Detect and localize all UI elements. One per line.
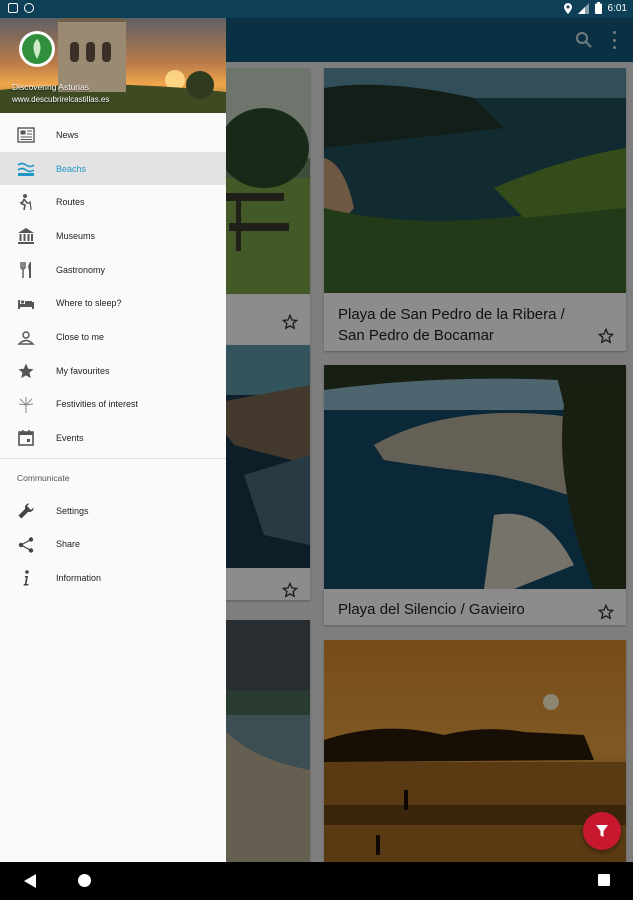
news-icon — [17, 127, 35, 143]
signal-icon — [577, 2, 589, 14]
status-bar: 6:01 — [0, 0, 633, 18]
fireworks-icon — [18, 396, 34, 413]
menu-item-share[interactable]: Share — [0, 528, 226, 562]
notification-app-icon — [8, 3, 18, 13]
menu-item-label: Settings — [56, 505, 89, 516]
menu-item-label: Close to me — [56, 331, 105, 342]
cutlery-icon — [20, 261, 31, 278]
app-logo — [19, 31, 55, 67]
drawer-menu: News Beachs Routes Museums Gastronomy Wh… — [0, 118, 226, 595]
menu-item-label: Routes — [56, 197, 85, 208]
menu-item-label: Information — [56, 573, 102, 584]
recent-apps-icon[interactable] — [598, 874, 610, 886]
app-name: Discovering Asturias — [12, 82, 90, 92]
app-website: www.descubrirelcastillas.es — [12, 95, 110, 104]
info-icon — [23, 570, 29, 586]
menu-item-settings[interactable]: Settings — [0, 494, 226, 528]
notification-icons — [8, 3, 34, 13]
navigation-drawer: Discovering Asturias www.descubrirelcast… — [0, 0, 226, 862]
menu-item-label: News — [56, 129, 79, 140]
wrench-icon — [18, 503, 34, 519]
hiking-icon — [19, 194, 32, 211]
museum-icon — [18, 228, 34, 245]
menu-section-header: Communicate — [0, 462, 226, 494]
menu-item-label: Where to sleep? — [56, 298, 122, 309]
menu-item-label: Beachs — [56, 163, 87, 174]
menu-item-label: Share — [56, 539, 81, 550]
menu-item-where-to-sleep[interactable]: Where to sleep? — [0, 286, 226, 320]
menu-section-title: Communicate — [17, 472, 70, 483]
menu-item-festivities[interactable]: Festivities of interest — [0, 388, 226, 422]
beach-icon — [17, 162, 35, 176]
system-navigation-bar — [0, 862, 633, 900]
menu-item-label: My favourites — [56, 365, 110, 376]
menu-item-beachs[interactable]: Beachs — [0, 151, 226, 186]
menu-divider — [0, 457, 226, 459]
menu-item-close-to-me[interactable]: Close to me — [0, 320, 226, 354]
share-icon — [18, 536, 34, 553]
calendar-icon — [18, 430, 34, 446]
bed-icon — [18, 300, 34, 310]
clock: 6:01 — [607, 2, 627, 14]
menu-item-information[interactable]: Information — [0, 561, 226, 595]
system-icons: 6:01 — [563, 2, 627, 14]
home-icon[interactable] — [78, 874, 91, 887]
menu-item-gastronomy[interactable]: Gastronomy — [0, 253, 226, 287]
battery-icon — [594, 2, 602, 14]
menu-item-label: Events — [56, 433, 84, 444]
filter-button[interactable] — [583, 812, 621, 850]
menu-item-my-favourites[interactable]: My favourites — [0, 354, 226, 388]
location-person-icon — [17, 331, 35, 345]
menu-item-news[interactable]: News — [0, 118, 226, 152]
menu-item-events[interactable]: Events — [0, 421, 226, 455]
back-icon[interactable] — [24, 874, 36, 888]
menu-item-label: Museums — [56, 230, 96, 241]
menu-item-label: Gastronomy — [56, 264, 106, 275]
star-icon — [18, 363, 34, 378]
location-icon — [563, 2, 572, 14]
notification-sync-icon — [24, 3, 34, 13]
menu-item-routes[interactable]: Routes — [0, 185, 226, 219]
filter-icon — [596, 825, 608, 837]
menu-item-museums[interactable]: Museums — [0, 219, 226, 253]
menu-item-label: Festivities of interest — [56, 399, 139, 410]
